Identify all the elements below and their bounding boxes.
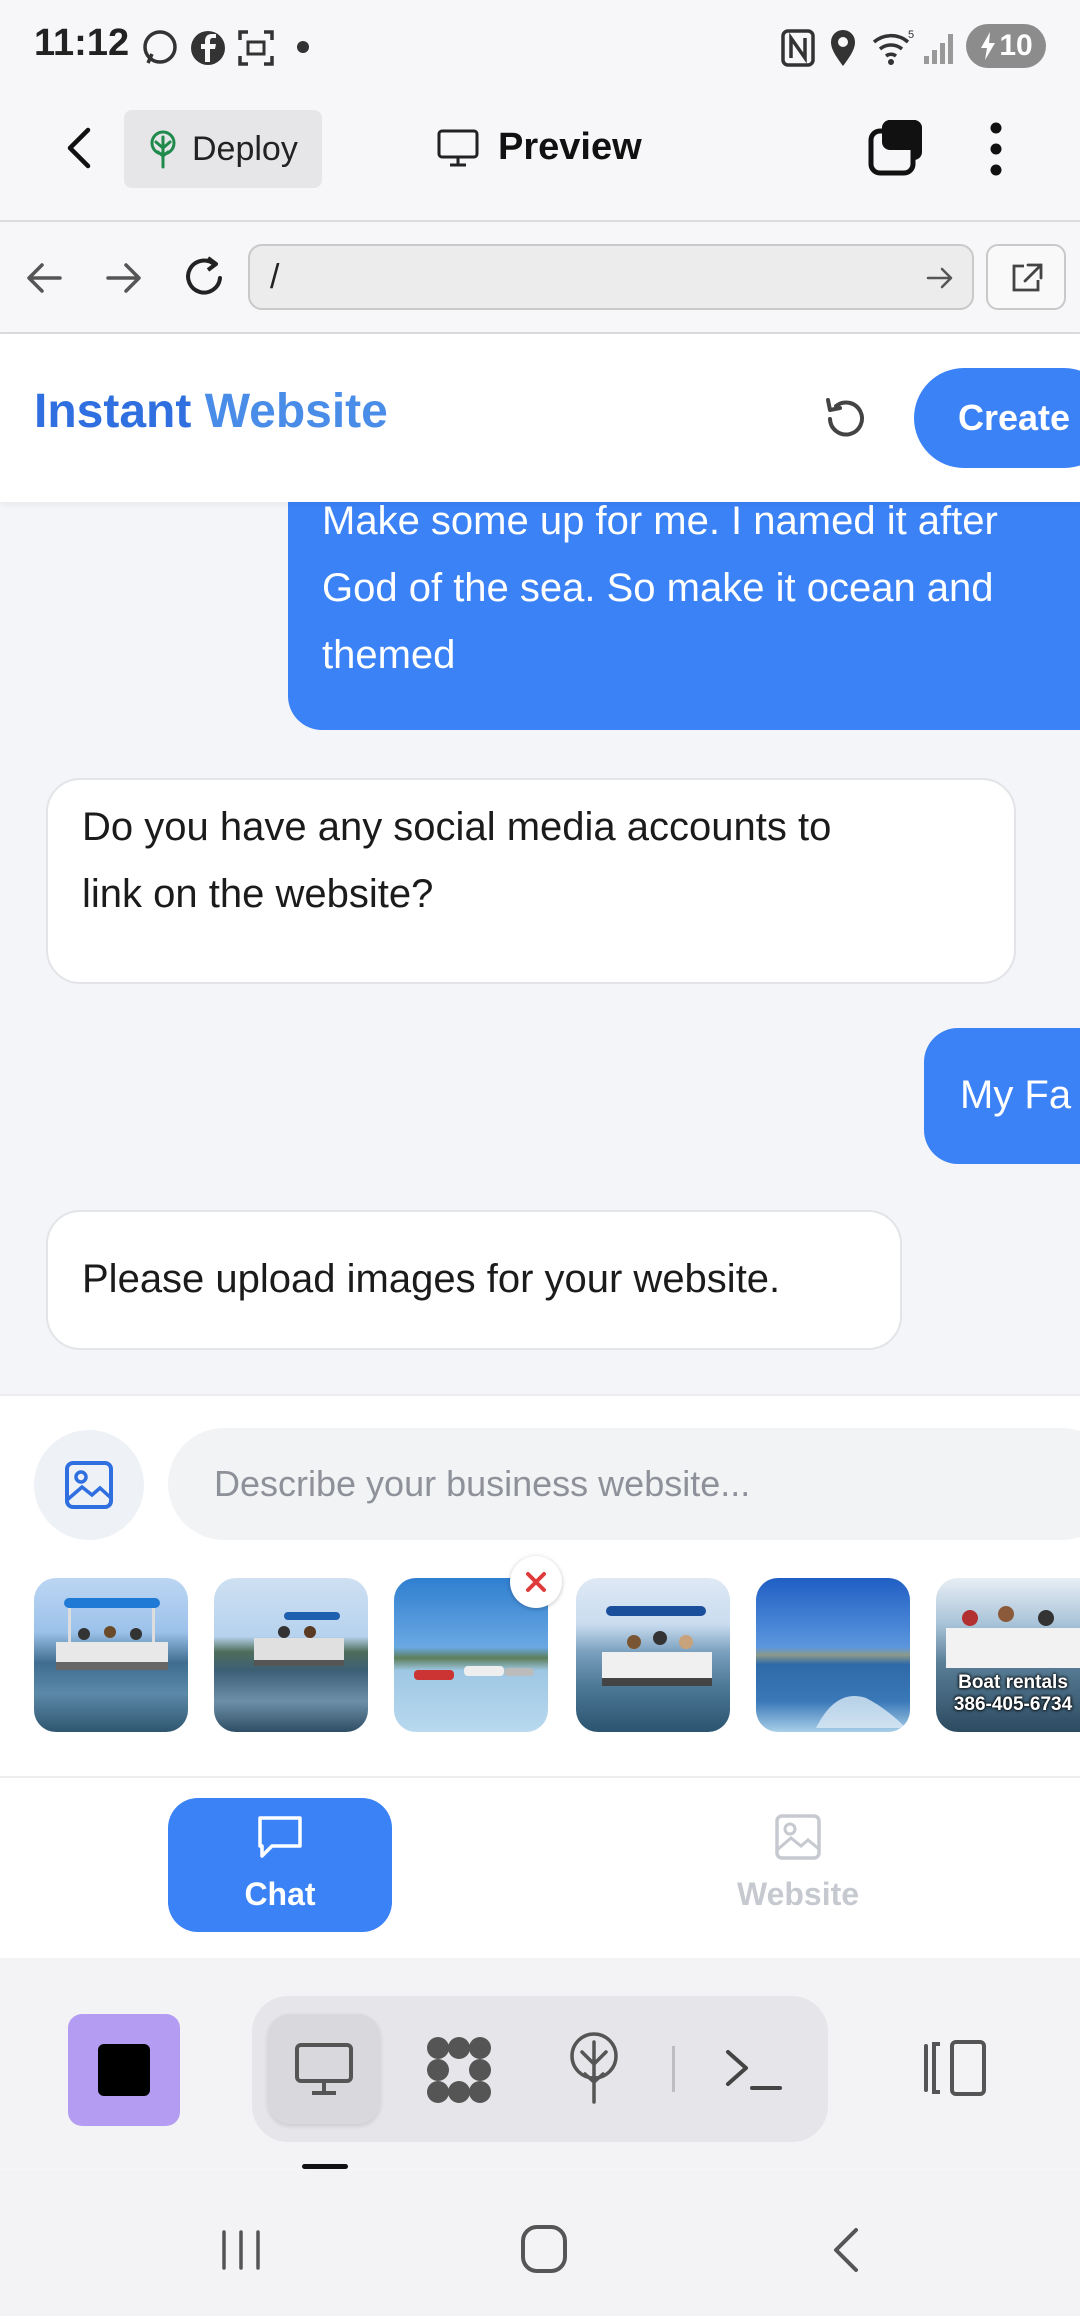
dock-divider bbox=[672, 2046, 675, 2092]
uploaded-image-thumbnail[interactable] bbox=[34, 1578, 188, 1732]
caption-line: 386-405-6734 bbox=[953, 1694, 1073, 1715]
browser-forward-icon[interactable] bbox=[102, 258, 144, 298]
bottom-tabs: Chat Website bbox=[0, 1776, 1080, 1958]
tab-chat-label: Chat bbox=[244, 1876, 316, 1912]
pontoon-boat-image bbox=[602, 1606, 712, 1686]
uploaded-image-thumbnail[interactable] bbox=[394, 1556, 562, 1732]
svg-text:5: 5 bbox=[908, 29, 914, 41]
ocean-view-image bbox=[816, 1696, 906, 1728]
app-toolbar: Deploy Preview bbox=[0, 96, 1080, 222]
tab-website-label: Website bbox=[736, 1876, 860, 1912]
caption-line: Boat rentals bbox=[958, 1672, 1068, 1693]
image-icon bbox=[775, 1814, 821, 1860]
monitor-icon bbox=[437, 129, 479, 166]
message-line: Make some up for me. I named it after bbox=[322, 502, 998, 543]
composer: Boat rentals 386-405-6734 bbox=[0, 1394, 1080, 1776]
site-header: Instant Website Create bbox=[0, 334, 1080, 502]
system-back-icon[interactable] bbox=[824, 2224, 868, 2276]
monitor-icon bbox=[295, 2043, 353, 2095]
url-text: / bbox=[270, 258, 280, 296]
browser-back-icon[interactable] bbox=[24, 258, 66, 298]
stop-icon bbox=[98, 2044, 150, 2096]
apps-grid-icon[interactable] bbox=[424, 2034, 494, 2106]
assistant-message: Please upload images for your website. bbox=[46, 1210, 902, 1350]
back-arrow-icon[interactable] bbox=[58, 122, 102, 174]
browser-nav-bar: / bbox=[0, 222, 1080, 334]
dot-icon bbox=[297, 41, 309, 53]
deploy-tree-icon[interactable] bbox=[566, 2032, 622, 2104]
image-icon bbox=[65, 1461, 113, 1509]
assistant-message: Do you have any social media accounts to… bbox=[46, 778, 1016, 984]
terminal-icon[interactable] bbox=[722, 2044, 784, 2094]
chat-thread: Make some up for me. I named it after Go… bbox=[0, 502, 1080, 1392]
uploaded-image-thumbnail[interactable]: Boat rentals 386-405-6734 bbox=[936, 1578, 1080, 1732]
app-dock bbox=[0, 1958, 1080, 2169]
message-line: Do you have any social media accounts to bbox=[82, 805, 832, 849]
deploy-button[interactable]: Deploy bbox=[124, 110, 322, 188]
message-line: My Fa bbox=[960, 1073, 1072, 1117]
more-options-icon[interactable] bbox=[984, 120, 1008, 178]
active-indicator bbox=[302, 2164, 348, 2169]
user-message: My Fa bbox=[924, 1028, 1080, 1164]
wifi-icon: 5 bbox=[872, 29, 914, 65]
message-line: themed bbox=[322, 633, 456, 677]
uploaded-image-thumbnail[interactable] bbox=[214, 1578, 368, 1732]
url-field[interactable]: / bbox=[248, 244, 974, 310]
message-line: Please upload images for your website. bbox=[82, 1257, 781, 1301]
pontoon-boat-image bbox=[254, 1612, 344, 1666]
status-bar: 11:12 5 10 bbox=[0, 0, 1080, 96]
screenshot-icon bbox=[238, 30, 274, 66]
deploy-tree-icon bbox=[150, 130, 176, 169]
home-icon[interactable] bbox=[518, 2222, 570, 2276]
pontoon-boat-image bbox=[56, 1598, 168, 1670]
message-line: link on the website? bbox=[82, 872, 434, 916]
charging-bolt-icon bbox=[981, 32, 996, 60]
recent-apps-icon[interactable] bbox=[216, 2226, 266, 2274]
tab-chat[interactable]: Chat bbox=[168, 1798, 392, 1932]
attach-image-button[interactable] bbox=[34, 1430, 144, 1540]
nfc-icon bbox=[781, 29, 815, 67]
uploaded-image-thumbnail[interactable] bbox=[576, 1578, 730, 1732]
image-caption: Boat rentals 386-405-6734 bbox=[936, 1672, 1080, 1716]
signal-icon bbox=[924, 34, 953, 64]
brand-word-2: Website bbox=[204, 385, 388, 438]
go-arrow-icon[interactable] bbox=[926, 266, 954, 290]
location-icon bbox=[831, 30, 855, 66]
user-message: Make some up for me. I named it after Go… bbox=[288, 502, 1080, 730]
battery-indicator: 10 bbox=[966, 24, 1046, 68]
deploy-label: Deploy bbox=[192, 129, 298, 168]
preview-tool-button[interactable] bbox=[268, 2014, 380, 2124]
brand-word-1: Instant bbox=[34, 385, 192, 438]
stop-button[interactable] bbox=[68, 2014, 180, 2126]
facebook-icon bbox=[191, 31, 225, 65]
reset-icon[interactable] bbox=[820, 394, 870, 444]
business-description-input[interactable] bbox=[168, 1428, 1080, 1540]
remove-image-button[interactable] bbox=[510, 1556, 562, 1608]
battery-level: 10 bbox=[999, 29, 1033, 62]
status-time: 11:12 bbox=[34, 22, 130, 64]
external-link-icon bbox=[1012, 263, 1043, 292]
uploaded-image-thumbnail[interactable] bbox=[756, 1578, 910, 1732]
system-nav-bar bbox=[0, 2170, 1080, 2316]
whatsapp-icon bbox=[143, 30, 177, 64]
preview-tab[interactable]: Preview bbox=[436, 126, 642, 169]
reload-icon[interactable] bbox=[180, 252, 228, 302]
close-icon bbox=[526, 1572, 546, 1592]
create-button[interactable]: Create bbox=[914, 368, 1080, 468]
brand-title: Instant Website bbox=[34, 384, 388, 439]
preview-label: Preview bbox=[498, 126, 642, 168]
tabs-switcher-icon[interactable] bbox=[866, 116, 928, 178]
split-view-icon[interactable] bbox=[920, 2036, 990, 2100]
message-line: God of the sea. So make it ocean and bbox=[322, 566, 994, 610]
tab-website[interactable]: Website bbox=[686, 1798, 910, 1932]
open-external-button[interactable] bbox=[986, 244, 1066, 310]
chat-bubble-icon bbox=[258, 1816, 302, 1858]
